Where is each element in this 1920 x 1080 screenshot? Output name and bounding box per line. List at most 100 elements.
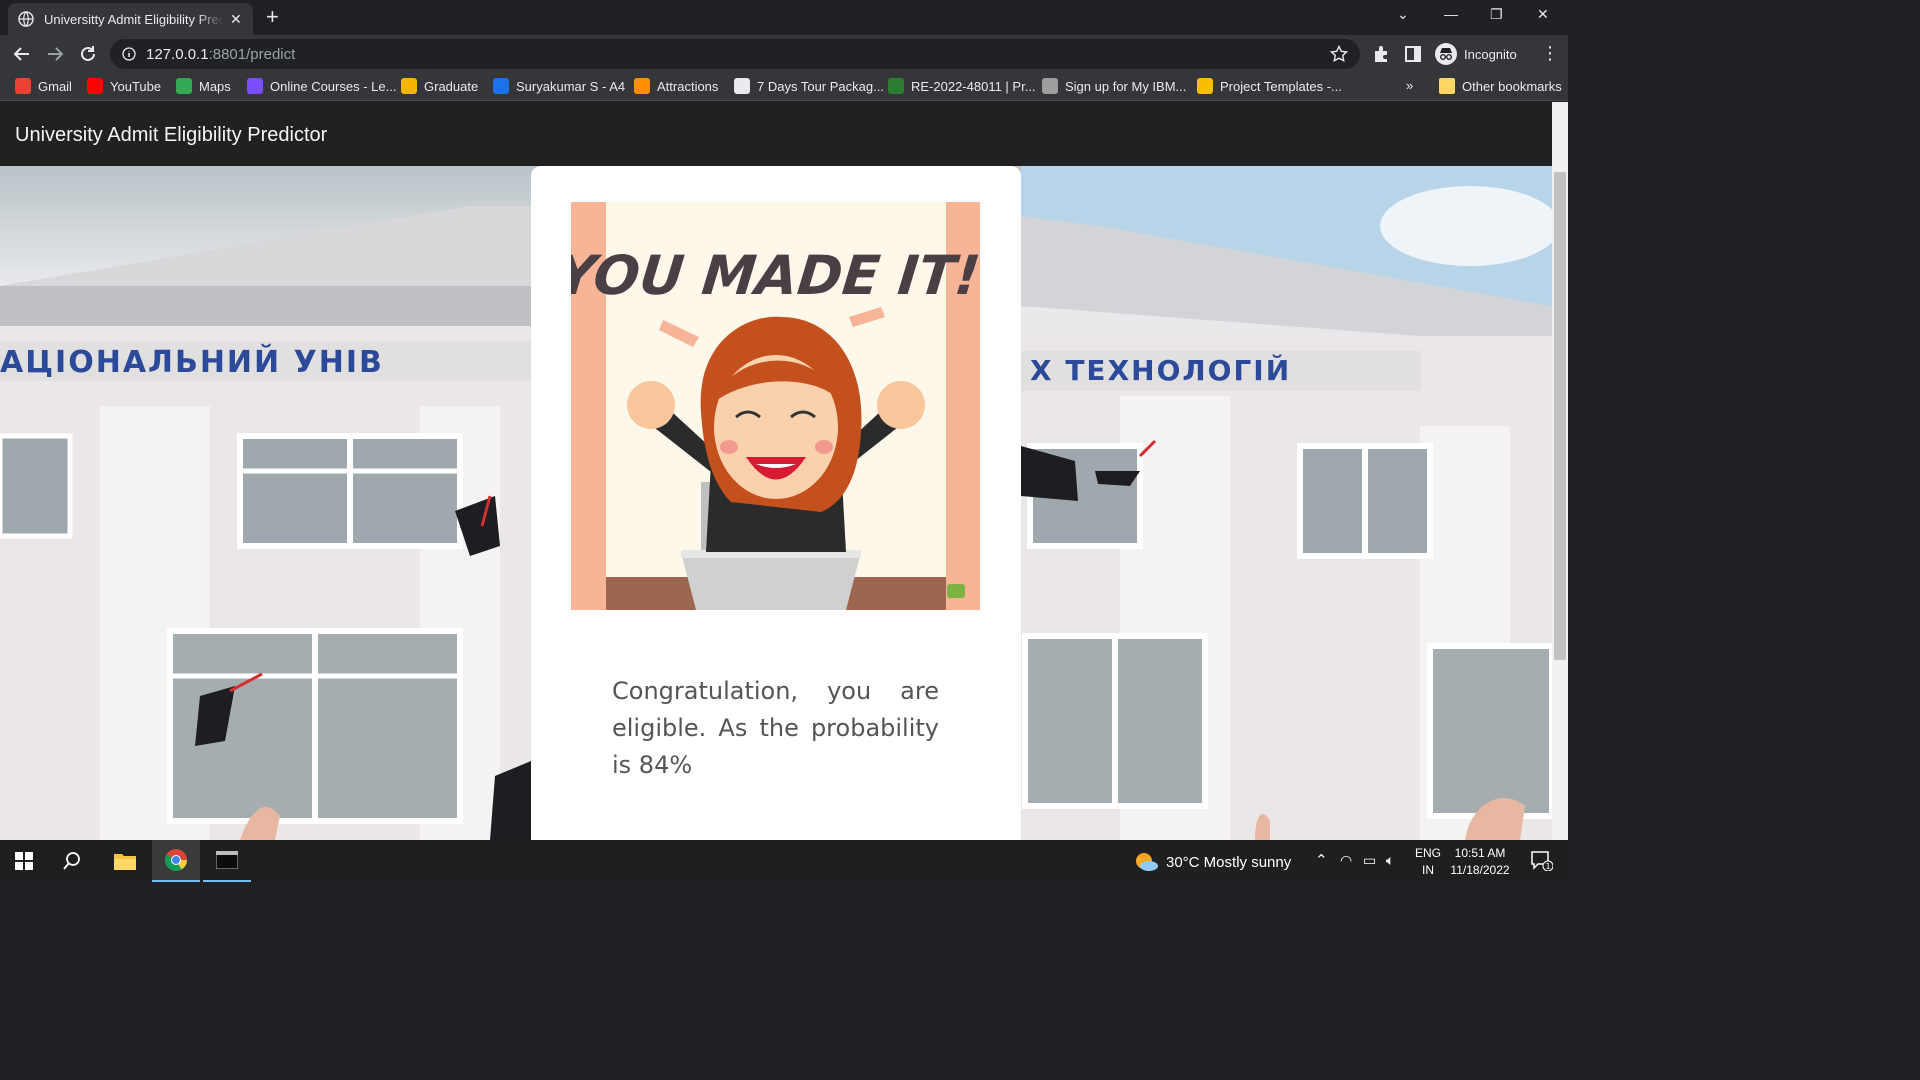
start-button[interactable] [0,840,48,882]
web-page: University Admit Eligibility Predictor А… [0,102,1552,840]
clock[interactable]: 10:51 AM 11/18/2022 [1446,845,1514,879]
maps-icon [176,78,192,94]
profile-label: Incognito [1464,46,1517,62]
bookmark-item[interactable]: RE-2022-48011 | Pr... [888,78,1036,94]
site-info-icon[interactable] [122,47,136,61]
forward-icon[interactable] [45,44,65,64]
canva-icon [493,78,509,94]
attractions-icon [634,78,650,94]
file-explorer-button[interactable] [101,840,149,882]
svg-text:АЦІОНАЛЬНИЙ УНІВ: АЦІОНАЛЬНИЙ УНІВ [0,344,384,380]
terminal-taskbar-button[interactable] [203,840,251,882]
notification-count: 1 [1545,862,1550,871]
incognito-icon [1435,43,1457,65]
illustration-headline: YOU MADE IT! [571,244,980,307]
bookmark-label: Project Templates -... [1220,78,1342,94]
restore-button[interactable]: ❐ [1490,6,1503,23]
navbar: University Admit Eligibility Predictor [0,102,1552,166]
result-card: YOU MADE IT! Congratulation, you are eli… [531,166,1021,840]
tray-overflow-icon[interactable]: ⌃ [1315,851,1328,869]
chrome-icon [165,849,187,871]
bookmark-item[interactable]: Attractions [634,78,718,94]
clock-date: 11/18/2022 [1450,863,1510,877]
youtube-icon [87,78,103,94]
language-indicator[interactable]: ENG IN [1413,845,1443,879]
terminal-icon [216,851,238,869]
bookmark-label: YouTube [110,78,162,94]
browser-tab-strip: Universitty Admit Eligibility Predictor … [0,0,1568,35]
courses-icon [247,78,263,94]
ibm-icon [1042,78,1058,94]
bookmark-item[interactable]: Gmail [15,78,72,94]
tab-search-icon[interactable]: ⌄ [1397,6,1409,23]
language-bottom: IN [1422,863,1434,877]
tour-icon [734,78,750,94]
svg-text:Х ТЕХНОЛОГІЙ: Х ТЕХНОЛОГІЙ [1030,353,1291,387]
notifications-button[interactable]: 1 [1518,840,1566,882]
url-host: 127.0.0.1 [146,45,209,63]
extensions-icon[interactable] [1371,44,1391,64]
minimize-button[interactable]: — [1444,6,1458,22]
battery-icon[interactable]: ▭ [1363,852,1376,869]
browser-toolbar: 127.0.0.1 :8801/predict Incognito ⋮ [0,35,1568,73]
graduate-icon [401,78,417,94]
bookmarks-overflow-button[interactable]: » [1406,78,1413,93]
bookmarks-bar: » Other bookmarks Gmail YouTube Maps Online… [0,73,1568,101]
address-bar[interactable]: 127.0.0.1 :8801/predict [110,39,1360,69]
url-path: :8801/predict [208,45,296,63]
weather-text: 30°C Mostly sunny [1166,853,1292,871]
bookmark-label: Online Courses - Le... [270,78,397,94]
bookmark-item[interactable]: Project Templates -... [1197,78,1342,94]
bookmark-item[interactable]: Maps [176,78,231,94]
new-tab-button[interactable]: + [266,6,279,28]
bookmark-label: Maps [199,78,231,94]
celebration-illustration: YOU MADE IT! [571,202,980,610]
bookmark-item[interactable]: Online Courses - Le... [247,78,396,94]
bookmark-label: Gmail [38,78,72,94]
bookmark-item[interactable]: Sign up for My IBM... [1042,78,1186,94]
back-icon[interactable] [12,44,32,64]
language-top: ENG [1414,846,1441,860]
wifi-icon[interactable]: ◠ [1340,852,1352,869]
browser-tab-active[interactable]: Universitty Admit Eligibility Predictor … [8,3,253,35]
folder-icon [1439,78,1455,94]
search-button[interactable] [48,840,96,882]
gmail-icon [15,78,31,94]
other-bookmarks-folder[interactable]: Other bookmarks [1439,78,1562,94]
volume-icon[interactable]: 🔈︎ [1386,852,1394,869]
drive-icon [1197,78,1213,94]
side-panel-icon[interactable] [1403,44,1423,64]
other-bookmarks-label: Other bookmarks [1462,78,1562,94]
folder-icon [114,854,136,870]
clock-time: 10:51 AM [1454,846,1506,860]
close-window-button[interactable]: ✕ [1537,6,1549,23]
bookmark-label: RE-2022-48011 | Pr... [911,78,1036,94]
result-message: Congratulation, you are eligible. As the… [612,677,939,779]
bookmark-item[interactable]: YouTube [87,78,161,94]
bookmark-label: Suryakumar S - A4 [516,78,626,94]
app-brand[interactable]: University Admit Eligibility Predictor [15,124,327,147]
globe-icon [18,11,34,27]
close-tab-icon[interactable]: ✕ [230,11,242,28]
notification-icon: 1 [1531,851,1553,871]
chrome-taskbar-button[interactable] [152,840,200,882]
bookmark-label: 7 Days Tour Packag... [757,78,884,94]
incognito-profile-button[interactable]: Incognito [1433,39,1531,69]
search-icon [63,852,80,870]
re-icon [888,78,904,94]
bookmark-item[interactable]: 7 Days Tour Packag... [734,78,884,94]
bookmark-star-icon[interactable] [1330,45,1348,63]
windows-logo-icon [15,852,33,870]
scrollbar-thumb[interactable] [1554,172,1566,660]
weather-widget[interactable]: 30°C Mostly sunny [1134,852,1291,872]
bookmark-label: Attractions [657,78,719,94]
bookmark-label: Sign up for My IBM... [1065,78,1187,94]
tab-title: Universitty Admit Eligibility Predictor [44,11,224,27]
reload-icon[interactable] [78,44,98,64]
weather-sun-cloud-icon [1136,853,1158,871]
windows-taskbar: 30°C Mostly sunny ⌃ ◠ ▭ 🔈︎ ENG IN 10:51 … [0,840,1568,882]
bookmark-label: Graduate [424,78,479,94]
bookmark-item[interactable]: Graduate [401,78,478,94]
bookmark-item[interactable]: Suryakumar S - A4 [493,78,625,94]
menu-kebab-icon[interactable]: ⋮ [1541,43,1559,64]
